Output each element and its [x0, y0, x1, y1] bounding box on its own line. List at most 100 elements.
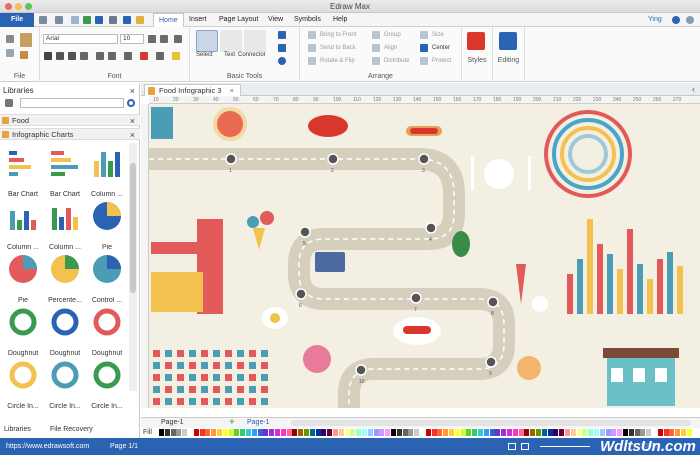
color-swatch[interactable] — [512, 429, 518, 436]
bullets-icon[interactable] — [124, 52, 132, 60]
color-swatch[interactable] — [611, 429, 617, 436]
center-button[interactable]: Center — [432, 45, 450, 51]
library-item[interactable]: Bar Chart — [44, 145, 86, 198]
color-swatch[interactable] — [402, 429, 408, 436]
gear-icon[interactable] — [672, 16, 680, 24]
help-icon[interactable] — [686, 16, 694, 24]
color-swatch[interactable] — [414, 429, 420, 436]
page-selector[interactable]: Page-1 — [161, 419, 214, 426]
color-swatch[interactable] — [304, 429, 309, 436]
color-swatch[interactable] — [686, 429, 692, 436]
view-mode-icon[interactable] — [508, 443, 516, 450]
color-swatch[interactable] — [565, 429, 570, 436]
color-swatch[interactable] — [391, 429, 396, 436]
redo-icon[interactable] — [55, 16, 63, 24]
italic-icon[interactable] — [56, 52, 64, 60]
user-name[interactable]: Ying — [648, 13, 662, 27]
color-swatch[interactable] — [350, 429, 356, 436]
library-scrollbar[interactable] — [129, 143, 137, 391]
file-recovery-button[interactable]: File Recovery — [50, 424, 93, 436]
tab-home[interactable]: Home — [153, 13, 184, 27]
library-item[interactable]: Column ... — [2, 198, 44, 251]
size-button[interactable]: Size — [432, 32, 444, 38]
library-item[interactable]: Doughnut — [44, 304, 86, 357]
color-swatch[interactable] — [582, 429, 588, 436]
library-item[interactable]: Doughnut — [86, 304, 128, 357]
rotate-flip-icon[interactable] — [308, 57, 316, 65]
color-swatch[interactable] — [362, 429, 367, 436]
color-swatch[interactable] — [536, 429, 541, 436]
color-swatch[interactable] — [646, 429, 652, 436]
color-swatch[interactable] — [373, 429, 379, 436]
libraries-button[interactable]: Libraries — [4, 424, 31, 436]
color-swatch[interactable] — [594, 429, 599, 436]
strikethrough-icon[interactable] — [80, 52, 88, 60]
ellipse-tool-icon[interactable] — [278, 57, 286, 65]
font-options-icon[interactable] — [174, 35, 182, 43]
color-swatch[interactable] — [338, 429, 344, 436]
color-swatch[interactable] — [483, 429, 489, 436]
color-swatch[interactable] — [211, 429, 217, 436]
color-swatch[interactable] — [182, 429, 188, 436]
color-swatch[interactable] — [507, 429, 512, 436]
distribute-button[interactable]: Distribute — [384, 58, 409, 64]
color-swatch[interactable] — [681, 429, 686, 436]
color-swatch[interactable] — [623, 429, 628, 436]
color-swatch[interactable] — [170, 429, 176, 436]
color-swatch[interactable] — [408, 429, 414, 436]
color-swatch[interactable] — [518, 429, 524, 436]
search-icon[interactable] — [127, 99, 135, 107]
color-swatch[interactable] — [541, 429, 547, 436]
center-icon[interactable] — [420, 44, 428, 52]
rotate-flip-button[interactable]: Rotate & Flip — [320, 58, 355, 64]
save-icon[interactable] — [95, 16, 103, 24]
color-swatch[interactable] — [164, 429, 170, 436]
connector-tool-label[interactable]: Connector — [238, 52, 266, 58]
bring-to-front-icon[interactable] — [308, 31, 316, 39]
collapse-panel-icon[interactable]: ‹ — [692, 84, 695, 94]
color-swatch[interactable] — [489, 429, 495, 436]
line-tool-icon[interactable] — [278, 31, 286, 39]
format-painter-icon[interactable] — [20, 51, 28, 59]
color-swatch[interactable] — [605, 429, 611, 436]
editing-icon[interactable] — [499, 32, 517, 50]
copy-icon[interactable] — [6, 49, 14, 57]
file-menu-button[interactable]: File — [0, 13, 34, 27]
color-swatch[interactable] — [437, 429, 443, 436]
protect-icon[interactable] — [420, 57, 428, 65]
document-tab[interactable]: Food Infographic 3 × — [144, 84, 242, 96]
color-swatch[interactable] — [217, 429, 222, 436]
library-item[interactable]: Control ... — [86, 251, 128, 304]
color-swatch[interactable] — [472, 429, 478, 436]
shrink-font-icon[interactable] — [160, 35, 168, 43]
library-item[interactable]: Bar Chart — [2, 145, 44, 198]
color-swatch[interactable] — [240, 429, 246, 436]
color-swatch[interactable] — [234, 429, 240, 436]
color-swatch[interactable] — [524, 429, 530, 436]
maximize-window-button[interactable] — [25, 3, 32, 10]
color-swatch[interactable] — [315, 429, 321, 436]
color-swatch[interactable] — [599, 429, 605, 436]
close-infographic-category-icon[interactable]: × — [130, 129, 135, 141]
color-swatch[interactable] — [321, 429, 327, 436]
color-swatch[interactable] — [530, 429, 536, 436]
bold-icon[interactable] — [44, 52, 52, 60]
drawing-canvas[interactable]: 1 2 3 4 5 6 7 8 9 10 — [149, 104, 700, 408]
color-swatch[interactable] — [344, 429, 350, 436]
text-tool-label[interactable]: Text — [224, 52, 235, 58]
color-swatch[interactable] — [425, 429, 431, 436]
tab-page-layout[interactable]: Page Layout — [214, 13, 263, 27]
close-tab-icon[interactable]: × — [230, 86, 234, 95]
tab-insert[interactable]: Insert — [184, 13, 212, 27]
color-swatch[interactable] — [628, 429, 634, 436]
new-icon[interactable] — [71, 16, 79, 24]
color-swatch[interactable] — [246, 429, 251, 436]
size-icon[interactable] — [420, 31, 428, 39]
library-search-input[interactable] — [20, 98, 124, 108]
color-swatch[interactable] — [263, 429, 269, 436]
fit-page-icon[interactable] — [521, 443, 529, 450]
page-tab[interactable]: Page-1 — [247, 419, 270, 426]
library-item[interactable]: Column ... — [44, 198, 86, 251]
color-swatch[interactable] — [269, 429, 275, 436]
color-swatch[interactable] — [449, 429, 454, 436]
